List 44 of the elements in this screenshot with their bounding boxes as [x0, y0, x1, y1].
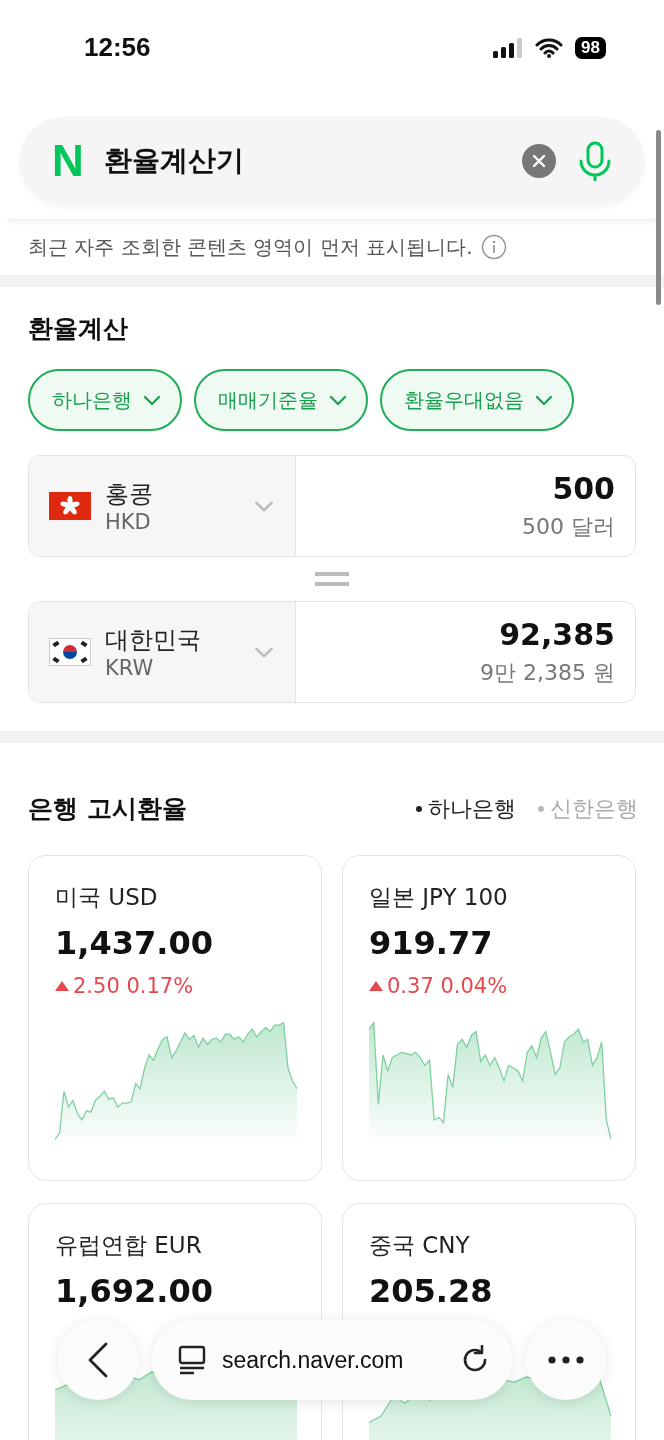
- equals-icon: [315, 571, 349, 587]
- rate-card[interactable]: 일본 JPY 100 919.77 0.37 0.04%: [342, 855, 636, 1181]
- battery-level: 98: [575, 36, 606, 59]
- country-name: 홍콩: [105, 479, 154, 510]
- rate-value: 205.28: [369, 1272, 494, 1310]
- notice-text: 최근 자주 조회한 콘텐츠 영역이 먼저 표시됩니다.: [28, 233, 473, 261]
- reader-icon: [178, 1345, 206, 1375]
- info-icon[interactable]: [480, 234, 507, 260]
- currency-name: 미국 USD: [55, 883, 159, 912]
- wifi-icon: [535, 37, 564, 58]
- flag-icon: [49, 492, 91, 520]
- amount-value: 92,385: [499, 616, 615, 652]
- amount-value: 500: [552, 470, 615, 506]
- up-triangle-icon: [369, 981, 383, 991]
- currency-name: 유럽연합 EUR: [55, 1231, 203, 1260]
- section-title: 환율계산: [28, 313, 129, 345]
- currency-code: HKD: [105, 510, 152, 534]
- address-bar[interactable]: search.naver.com: [152, 1320, 512, 1400]
- rate-change: 0.37 0.04%: [369, 974, 609, 998]
- rate-change: 2.50 0.17%: [55, 974, 295, 998]
- currency-code: KRW: [105, 656, 155, 680]
- currency-select[interactable]: 대한민국 KRW: [29, 602, 296, 702]
- search-field[interactable]: N 환율계산기: [20, 117, 644, 205]
- amount-in-words: 500 달러: [522, 512, 615, 541]
- currency-name: 일본 JPY 100: [369, 883, 509, 912]
- rate-value: 919.77: [369, 924, 494, 962]
- rate-value: 1,692.00: [55, 1272, 214, 1310]
- bank-tab[interactable]: 하나은행: [416, 794, 516, 824]
- section-title: 은행 고시환율: [28, 793, 187, 825]
- rate-value: 1,437.00: [55, 924, 214, 962]
- currency-select[interactable]: 홍콩 HKD: [29, 456, 296, 556]
- back-icon: [87, 1342, 109, 1378]
- status-time: 12:56: [84, 32, 151, 63]
- up-triangle-icon: [55, 981, 69, 991]
- flag-icon: [49, 638, 91, 666]
- signal-icon: [493, 37, 524, 58]
- search-query: 환율계산기: [103, 143, 245, 179]
- naver-logo: N: [52, 139, 84, 183]
- rate-card[interactable]: 미국 USD 1,437.00 2.50 0.17%: [28, 855, 322, 1181]
- amount-in-words: 9만 2,385 원: [480, 658, 615, 687]
- currency-name: 중국 CNY: [369, 1231, 471, 1260]
- clear-icon[interactable]: [522, 144, 556, 178]
- more-icon: [548, 1356, 584, 1364]
- country-name: 대한민국: [105, 625, 202, 656]
